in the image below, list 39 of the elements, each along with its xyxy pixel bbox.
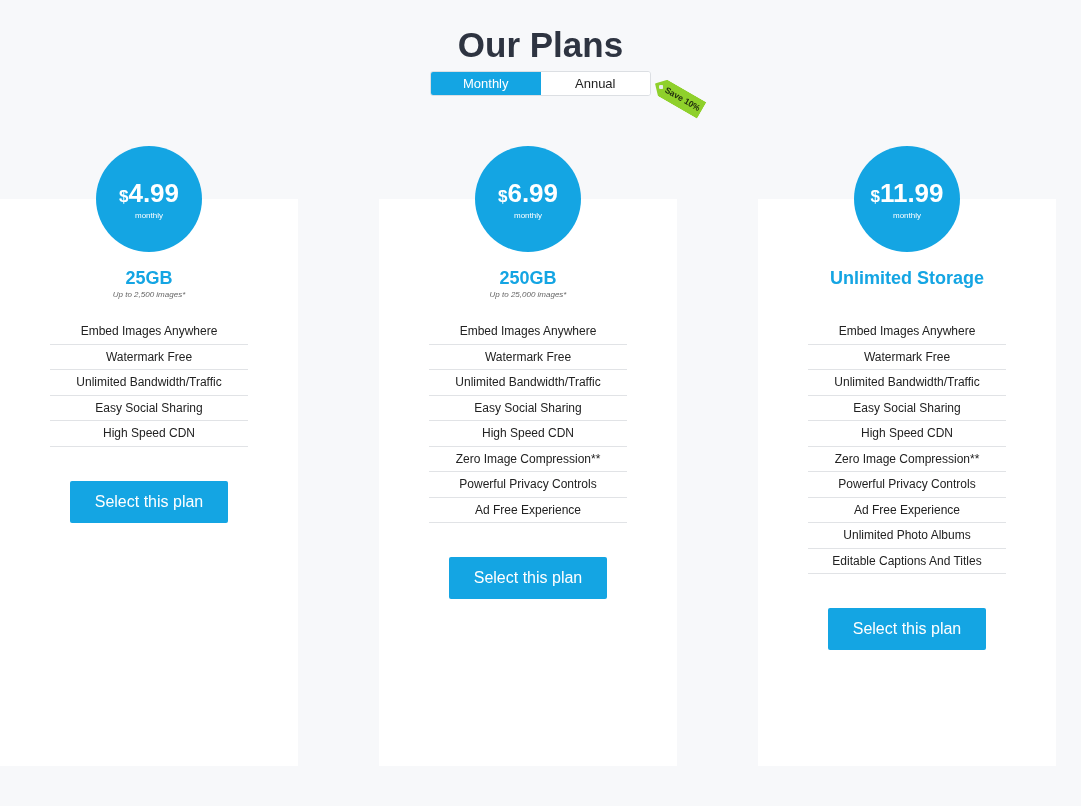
feature-item: Unlimited Bandwidth/Traffic — [76, 375, 222, 390]
feature-item: Unlimited Photo Albums — [843, 528, 971, 543]
feature-item: High Speed CDN — [481, 426, 574, 441]
feature-item: Powerful Privacy Controls — [838, 477, 976, 492]
billing-period: monthly — [135, 211, 163, 221]
price-text: $6.99 — [497, 179, 559, 210]
feature-item: Zero Image Compression** — [834, 451, 980, 466]
plan-name: 25GB — [125, 267, 173, 289]
plan-note: Up to 2,500 images* — [112, 290, 186, 300]
billing-period: monthly — [893, 211, 921, 221]
price-text: $11.99 — [870, 179, 944, 210]
feature-item: High Speed CDN — [860, 426, 953, 441]
plan-name: 250GB — [499, 267, 557, 289]
select-plan-button[interactable]: Select this plan — [70, 480, 228, 523]
feature-item: Watermark Free — [484, 349, 572, 364]
feature-item: Watermark Free — [863, 349, 951, 364]
feature-item: Watermark Free — [105, 349, 193, 364]
billing-tab[interactable]: Monthly — [431, 72, 541, 95]
feature-item: Embed Images Anywhere — [459, 324, 597, 339]
feature-item: Unlimited Bandwidth/Traffic — [834, 375, 980, 390]
feature-item: Embed Images Anywhere — [838, 324, 976, 339]
page-title: Our Plans — [457, 26, 624, 64]
billing-period: monthly — [514, 211, 542, 221]
feature-item: Editable Captions And Titles — [832, 553, 982, 568]
feature-item: Easy Social Sharing — [853, 400, 961, 415]
feature-item: Zero Image Compression** — [455, 451, 601, 466]
feature-item: Powerful Privacy Controls — [459, 477, 597, 492]
feature-item: Easy Social Sharing — [95, 400, 203, 415]
feature-item: High Speed CDN — [102, 426, 195, 441]
feature-item: Ad Free Experience — [474, 502, 582, 517]
feature-item: Embed Images Anywhere — [80, 324, 218, 339]
select-plan-button[interactable]: Select this plan — [449, 557, 607, 599]
price-text: $4.99 — [118, 179, 180, 210]
feature-item: Easy Social Sharing — [474, 400, 582, 415]
select-plan-button[interactable]: Select this plan — [828, 608, 986, 650]
feature-item: Unlimited Bandwidth/Traffic — [455, 375, 601, 390]
plan-name: Unlimited Storage — [830, 267, 984, 289]
feature-item: Ad Free Experience — [853, 502, 961, 517]
plan-note: Up to 25,000 images* — [489, 290, 567, 300]
